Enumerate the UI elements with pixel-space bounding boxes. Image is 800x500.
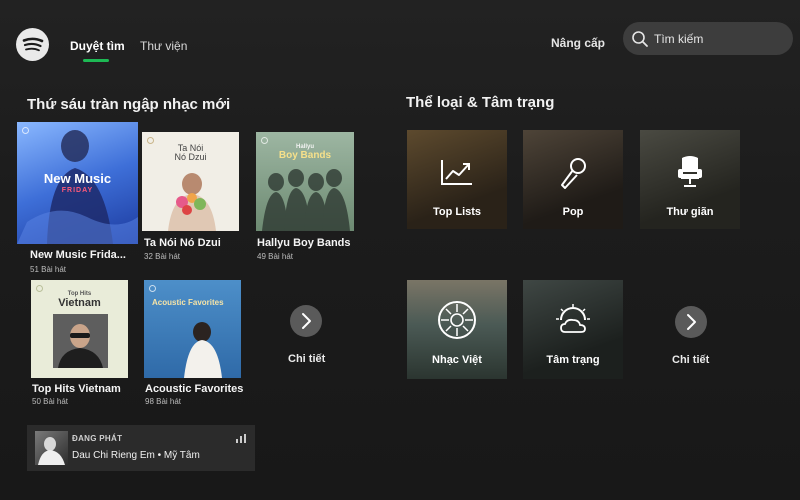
- genre-tile-label: Tâm trạng: [546, 354, 600, 366]
- playlist-cover: Acoustic Favorites: [144, 280, 241, 378]
- microphone-icon: [561, 158, 586, 189]
- trending-chart-icon: [441, 160, 472, 185]
- spotify-tv-browse-screen: Duyệt tìm Thư viện Nâng cấp Tìm kiếm Thứ…: [0, 0, 800, 500]
- lotus-emblem-icon: [438, 301, 476, 339]
- genre-tile-top-lists[interactable]: Top Lists: [407, 130, 507, 229]
- playlist-cover: New Music FRIDAY: [17, 122, 138, 244]
- chevron-right-icon: [302, 313, 311, 329]
- weather-sun-cloud-icon: [556, 304, 590, 333]
- search-icon: [632, 31, 648, 47]
- equalizer-bars-icon: [236, 434, 246, 443]
- playlist-title: New Music Frida...: [30, 249, 126, 261]
- spotify-logo-icon[interactable]: [16, 28, 49, 61]
- cover-subtitle: FRIDAY: [61, 187, 94, 194]
- genre-tile-label: Top Lists: [432, 206, 482, 218]
- new-music-more-button[interactable]: [290, 305, 322, 337]
- genre-tile-vietnamese-music[interactable]: Nhạc Việt: [407, 280, 507, 379]
- search-placeholder: Tìm kiếm: [654, 32, 704, 46]
- new-music-section-title: Thứ sáu tràn ngập nhạc mới: [27, 96, 231, 113]
- now-playing-track: Dau Chi Rieng Em • Mỹ Tâm: [72, 450, 200, 461]
- playlist-cover: Ta Nói Nó Dzui: [142, 132, 239, 231]
- active-tab-indicator: [83, 59, 109, 62]
- genres-section-title: Thể loại & Tâm trạng: [406, 94, 555, 111]
- playlist-title: Acoustic Favorites: [145, 383, 244, 395]
- playlist-track-count: 32 Bài hát: [144, 252, 181, 261]
- search-input[interactable]: Tìm kiếm: [623, 22, 793, 55]
- playlist-cover: Top Hits Vietnam: [31, 280, 128, 378]
- upgrade-button[interactable]: Nâng cấp: [551, 36, 605, 50]
- genres-more-label[interactable]: Chi tiết: [672, 354, 709, 366]
- playlist-track-count: 51 Bài hát: [30, 265, 67, 274]
- genre-tile-chill[interactable]: Thư giãn: [640, 130, 740, 229]
- genre-tile-label: Pop: [562, 206, 584, 218]
- armchair-icon: [678, 156, 702, 187]
- tab-browse[interactable]: Duyệt tìm: [70, 39, 125, 53]
- playlist-track-count: 49 Bài hát: [257, 252, 294, 261]
- genre-tile-mood[interactable]: Tâm trạng: [523, 280, 623, 379]
- playlist-cover: Hallyu Boy Bands: [256, 132, 354, 231]
- now-playing-album-art: [35, 431, 68, 465]
- genres-more-button[interactable]: [675, 306, 707, 338]
- now-playing-bar[interactable]: ĐANG PHÁT Dau Chi Rieng Em • Mỹ Tâm: [27, 425, 255, 471]
- new-music-more-label[interactable]: Chi tiết: [288, 353, 325, 365]
- playlist-track-count: 98 Bài hát: [145, 397, 182, 406]
- cover-title: New Music: [43, 171, 112, 186]
- now-playing-status: ĐANG PHÁT: [72, 434, 123, 443]
- cover-title: Ta Nói Nó Dzui: [174, 143, 207, 163]
- playlist-title: Hallyu Boy Bands: [257, 237, 351, 249]
- playlist-title: Ta Nói Nó Dzui: [144, 237, 221, 249]
- playlist-title: Top Hits Vietnam: [32, 383, 121, 395]
- playlist-track-count: 50 Bài hát: [32, 397, 69, 406]
- genre-tile-label: Thư giãn: [666, 206, 714, 218]
- genre-tile-label: Nhạc Việt: [432, 354, 482, 366]
- cover-title: Boy Bands: [278, 150, 332, 161]
- chevron-right-icon: [687, 314, 696, 330]
- tab-library[interactable]: Thư viện: [140, 39, 187, 53]
- genre-tile-pop[interactable]: Pop: [523, 130, 623, 229]
